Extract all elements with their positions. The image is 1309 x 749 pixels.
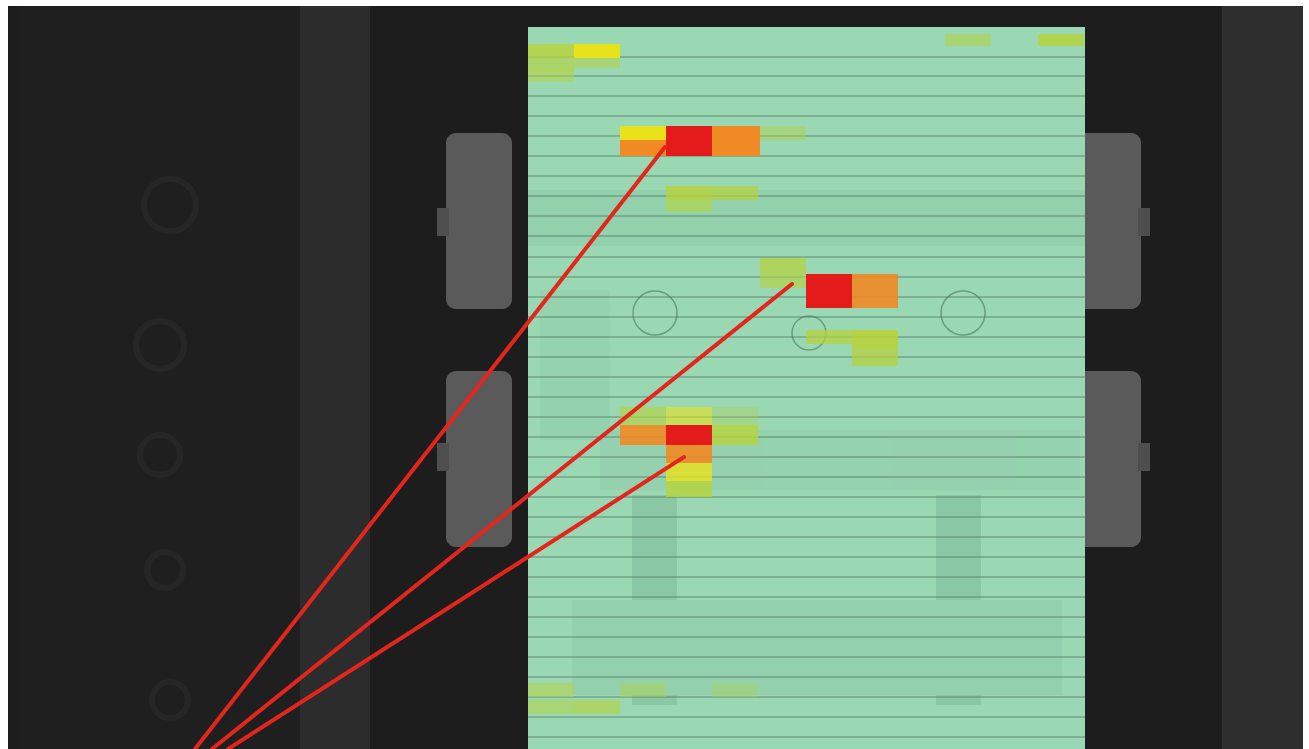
side-tab-left-bottom	[446, 371, 512, 547]
heat-cell	[528, 58, 574, 72]
heat-cell	[712, 425, 758, 445]
heat-cell	[528, 70, 574, 82]
heat-cell	[712, 186, 758, 200]
heat-cell	[620, 425, 666, 445]
heat-cell	[666, 407, 712, 425]
heat-cell	[574, 58, 620, 68]
heat-cell	[528, 683, 574, 697]
heat-cell	[666, 126, 712, 156]
heatmap-overlay-scene	[0, 0, 1309, 749]
heat-cell	[760, 126, 806, 140]
heat-cell	[666, 481, 712, 497]
heat-cell	[712, 407, 758, 425]
heat-cell	[666, 445, 712, 463]
heat-cell	[806, 274, 852, 308]
heat-cell	[528, 700, 574, 714]
heat-cell	[852, 348, 898, 366]
heat-cell	[852, 274, 898, 308]
right-vertical-band	[1222, 6, 1303, 749]
heat-cell	[666, 186, 712, 200]
heat-cell	[528, 44, 574, 58]
heat-cell	[806, 330, 852, 344]
heat-cell	[620, 683, 666, 697]
side-tab-left-top	[446, 133, 512, 309]
heat-cell	[666, 425, 712, 445]
heat-cell	[574, 44, 620, 58]
heat-cell	[712, 126, 760, 156]
heat-cell	[620, 126, 666, 140]
heat-cell	[1038, 34, 1084, 46]
left-panel	[20, 6, 300, 749]
heat-cell	[712, 683, 758, 697]
heat-cell	[852, 330, 898, 348]
heat-cell	[666, 200, 712, 212]
heat-cell	[945, 34, 991, 46]
left-vertical-band	[300, 6, 370, 749]
heat-cell	[760, 258, 806, 274]
heat-cell	[574, 700, 620, 714]
heat-cell	[760, 274, 806, 288]
